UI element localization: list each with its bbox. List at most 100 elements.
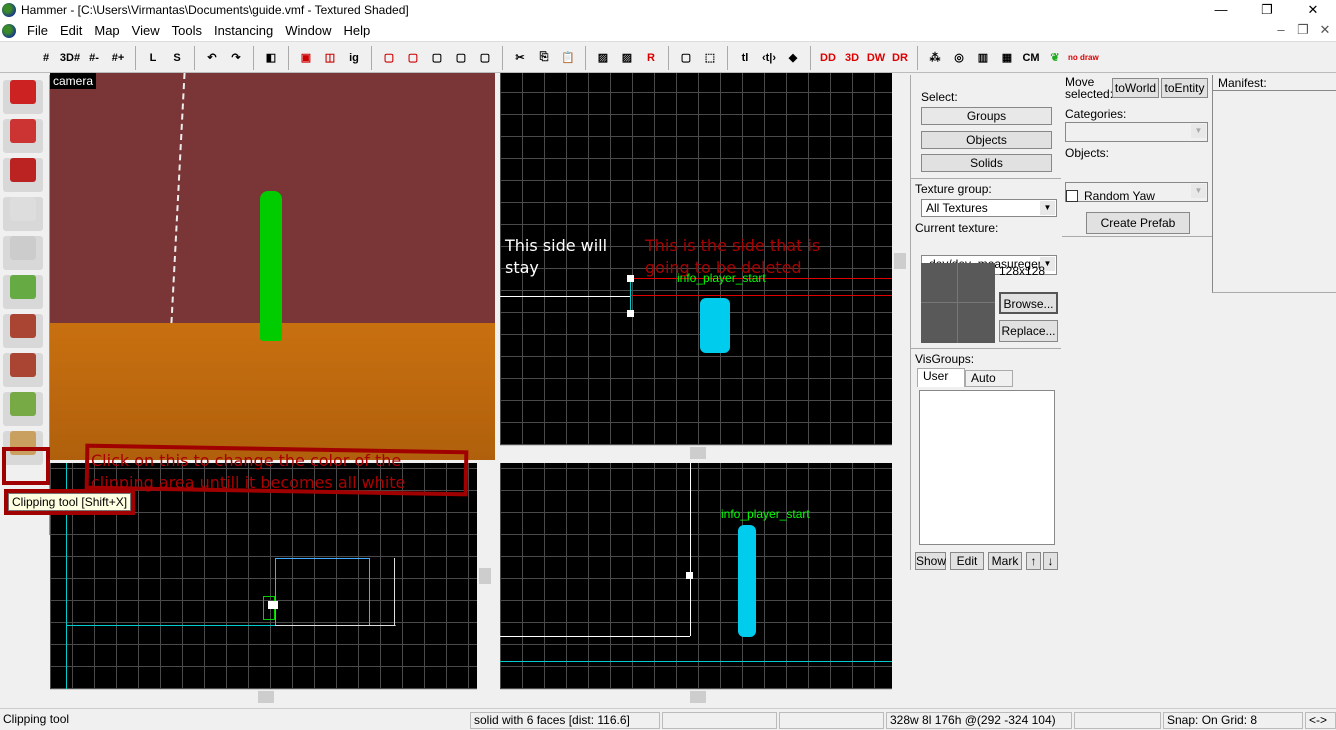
texture-group-select[interactable]: All Textures ▼ xyxy=(921,199,1057,217)
horizontal-scrollbar[interactable] xyxy=(500,445,892,459)
show-ropes-button[interactable]: DR xyxy=(889,47,911,69)
select-groups-button[interactable]: Groups xyxy=(921,107,1052,125)
tab-auto[interactable]: Auto xyxy=(965,370,1013,387)
texture-tool-button[interactable] xyxy=(3,275,43,309)
doc-restore-button[interactable]: ❐ xyxy=(1292,20,1314,40)
3d-grid-button[interactable]: 3D# xyxy=(59,47,81,69)
overlay-tool-button[interactable] xyxy=(3,392,43,426)
visgroup-show-button[interactable]: Show xyxy=(915,552,946,570)
flip-button[interactable]: ‹t|› xyxy=(758,47,780,69)
vertical-scrollbar[interactable] xyxy=(892,73,908,459)
camera-tool-button[interactable] xyxy=(3,158,43,192)
menu-file[interactable]: File xyxy=(21,23,54,38)
replace-button[interactable]: Replace... xyxy=(999,320,1058,342)
tab-user[interactable]: User xyxy=(917,368,965,387)
copy-button[interactable]: ⎘ xyxy=(533,47,555,69)
menu-tools[interactable]: Tools xyxy=(166,23,208,38)
menu-help[interactable]: Help xyxy=(337,23,376,38)
blue-checker-button[interactable]: ▦ xyxy=(996,47,1018,69)
wireframe-sphere-button[interactable]: ◎ xyxy=(948,47,970,69)
3d-skybox-button[interactable]: 3D xyxy=(841,47,863,69)
horizontal-scrollbar[interactable] xyxy=(50,689,477,703)
ungroup-button[interactable]: ◫ xyxy=(319,47,341,69)
top-2d-viewport[interactable]: info_player_start This side will stay Th… xyxy=(500,73,892,445)
leaf-button[interactable]: ❦ xyxy=(1044,47,1066,69)
cubemap-button[interactable]: ▥ xyxy=(972,47,994,69)
select-by-handles-button[interactable]: ⬚ xyxy=(699,47,721,69)
carve-button[interactable]: ◧ xyxy=(260,47,282,69)
visgroup-button[interactable]: ▢ xyxy=(474,47,496,69)
horizontal-scrollbar[interactable] xyxy=(500,689,892,703)
selection-tool-button[interactable] xyxy=(3,80,43,114)
load-window-state-button[interactable]: L xyxy=(142,47,164,69)
select-objects-button[interactable]: Objects xyxy=(921,131,1052,149)
apply-texture-tool-button[interactable] xyxy=(3,314,43,348)
menu-map[interactable]: Map xyxy=(88,23,125,38)
status-tool: Clipping tool xyxy=(3,712,70,726)
decal-tool-button[interactable] xyxy=(3,353,43,387)
to-entity-button[interactable]: toEntity xyxy=(1161,78,1208,98)
entity-tool-button[interactable] xyxy=(3,197,43,231)
grid-larger-button[interactable]: #+ xyxy=(107,47,129,69)
texture-lock-button[interactable]: ▨ xyxy=(592,47,614,69)
save-window-state-button[interactable]: S xyxy=(166,47,188,69)
create-prefab-button[interactable]: Create Prefab xyxy=(1086,212,1190,234)
nodraw-button[interactable]: no draw xyxy=(1068,47,1099,69)
ignore-groups-button[interactable]: ig xyxy=(343,47,365,69)
paste-button[interactable]: 📋 xyxy=(557,47,579,69)
texture-preview[interactable] xyxy=(921,263,995,343)
vertical-scrollbar[interactable] xyxy=(892,463,908,689)
hide-selected-button[interactable]: ▢ xyxy=(378,47,400,69)
menu-instancing[interactable]: Instancing xyxy=(208,23,279,38)
restore-button[interactable]: ❐ xyxy=(1244,0,1290,20)
undo-button[interactable]: ↶ xyxy=(201,47,223,69)
blue-checker-icon: ▦ xyxy=(1001,52,1013,64)
hide-unselected-button[interactable]: ▢ xyxy=(402,47,424,69)
cm-button[interactable]: CM xyxy=(1020,47,1042,69)
minimize-button[interactable]: — xyxy=(1198,0,1244,20)
vertical-scrollbar[interactable] xyxy=(477,463,493,689)
visgroup-down-button[interactable]: ↓ xyxy=(1043,552,1058,570)
magnify-tool-button[interactable] xyxy=(3,119,43,153)
visgroups-list[interactable] xyxy=(919,390,1055,545)
radius-culling-button[interactable]: R xyxy=(640,47,662,69)
status-empty xyxy=(662,712,777,729)
visgroup-up-button[interactable]: ↑ xyxy=(1026,552,1041,570)
cut-button[interactable]: ✂ xyxy=(509,47,531,69)
texture-scale-lock-button[interactable]: ▨ xyxy=(616,47,638,69)
text-button[interactable]: tl xyxy=(734,47,756,69)
visgroup-mark-button[interactable]: Mark xyxy=(988,552,1022,570)
doc-close-button[interactable]: ✕ xyxy=(1314,20,1336,40)
particles-button[interactable]: ⁂ xyxy=(924,47,946,69)
menu-view[interactable]: View xyxy=(126,23,166,38)
camera-viewport[interactable]: camera xyxy=(50,73,495,460)
grid-button[interactable]: # xyxy=(35,47,57,69)
to-world-button[interactable]: toWorld xyxy=(1112,78,1159,98)
categories-select[interactable]: ▼ xyxy=(1065,122,1208,142)
3d-filter-button[interactable]: ◆ xyxy=(782,47,804,69)
toggle-helpers-button[interactable]: ▢ xyxy=(675,47,697,69)
quick-hide-button[interactable]: ▢ xyxy=(450,47,472,69)
menu-edit[interactable]: Edit xyxy=(54,23,88,38)
show-all-button[interactable]: ▢ xyxy=(426,47,448,69)
grid-smaller-button[interactable]: #- xyxy=(83,47,105,69)
magnify-tool-icon xyxy=(10,119,36,143)
random-yaw-checkbox[interactable] xyxy=(1066,190,1078,202)
close-button[interactable]: ✕ xyxy=(1290,0,1336,20)
clip-point-handle[interactable] xyxy=(268,601,278,609)
block-tool-button[interactable] xyxy=(3,236,43,270)
browse-button[interactable]: Browse... xyxy=(999,292,1058,314)
main-toolbar: #3D# #- #+ L S ↶ ↷ ◧ ▣ ◫ ig ▢ ▢ ▢ ▢ ▢ ✂ ⎘ 📋 ▨ ▨ R ▢ ⬚ tl ‹t|› ◆ DD 3… xyxy=(0,43,1336,73)
menu-window[interactable]: Window xyxy=(279,23,337,38)
select-solids-button[interactable]: Solids xyxy=(921,154,1052,172)
redo-button[interactable]: ↷ xyxy=(225,47,247,69)
visgroup-edit-button[interactable]: Edit xyxy=(950,552,984,570)
show-world-button[interactable]: DW xyxy=(865,47,887,69)
clip-point-handle[interactable] xyxy=(627,310,634,317)
show-detail-button[interactable]: DD xyxy=(817,47,839,69)
group-button[interactable]: ▣ xyxy=(295,47,317,69)
document-icon[interactable] xyxy=(2,23,16,38)
doc-minimize-button[interactable]: – xyxy=(1270,20,1292,40)
clip-point-handle[interactable] xyxy=(686,572,693,579)
side-2d-viewport[interactable]: info_player_start xyxy=(500,463,892,689)
